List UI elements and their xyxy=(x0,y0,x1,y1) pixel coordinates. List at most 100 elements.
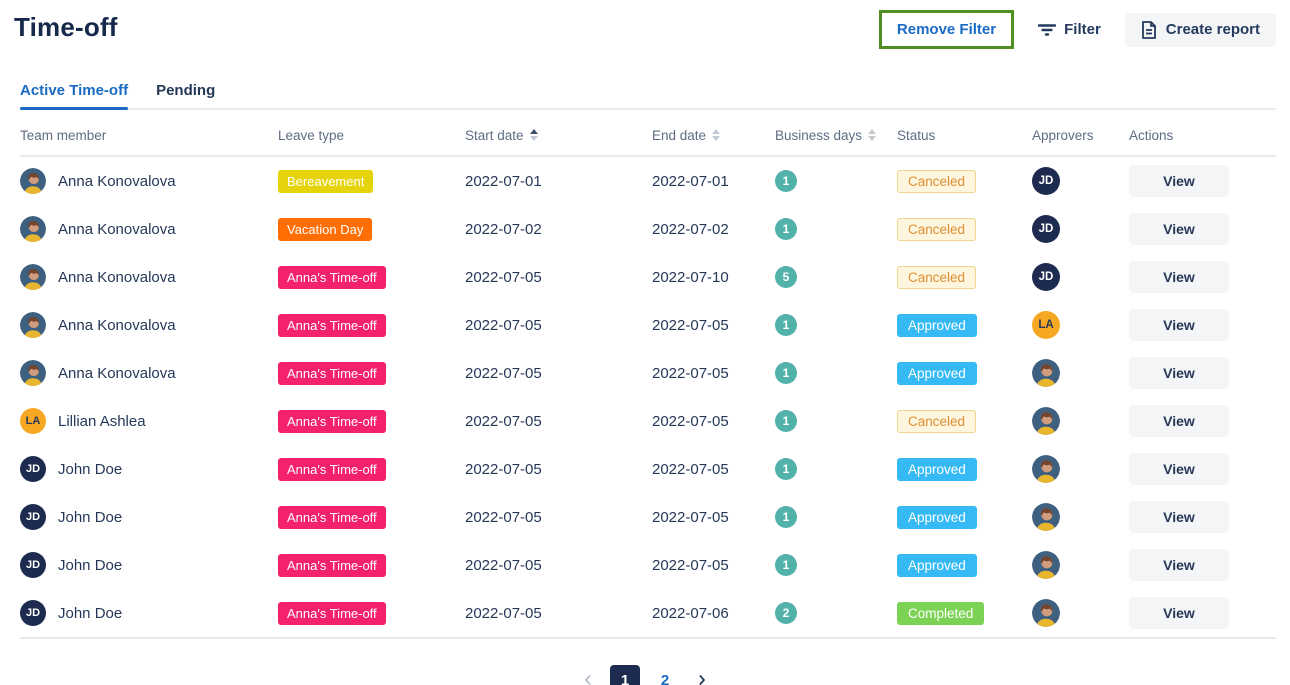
table-row: Anna Konovalova Vacation Day 2022-07-02 … xyxy=(20,205,1276,253)
start-date: 2022-07-05 xyxy=(465,413,652,430)
view-button[interactable]: View xyxy=(1129,501,1229,533)
leave-type-badge: Vacation Day xyxy=(278,218,372,241)
create-report-button[interactable]: Create report xyxy=(1125,13,1276,47)
column-label: Status xyxy=(897,128,935,143)
tab-pending[interactable]: Pending xyxy=(156,76,215,110)
start-date: 2022-07-05 xyxy=(465,365,652,382)
page-button-1[interactable]: 1 xyxy=(610,665,640,685)
member-name: Anna Konovalova xyxy=(58,317,176,334)
team-member-cell: JD John Doe xyxy=(20,456,278,482)
status-badge: Approved xyxy=(897,314,977,337)
start-date: 2022-07-05 xyxy=(465,269,652,286)
chevron-right-icon xyxy=(694,672,710,685)
next-page-button[interactable] xyxy=(690,668,714,685)
business-days-badge: 1 xyxy=(775,554,797,576)
table-row: LA Lillian Ashlea Anna's Time-off 2022-0… xyxy=(20,397,1276,445)
leave-type-badge: Anna's Time-off xyxy=(278,362,386,385)
timeoff-page: Time-off Remove Filter Filter xyxy=(0,0,1290,685)
view-button[interactable]: View xyxy=(1129,549,1229,581)
column-label: End date xyxy=(652,128,706,143)
column-header-start-date[interactable]: Start date xyxy=(465,128,652,151)
view-button[interactable]: View xyxy=(1129,261,1229,293)
column-header-approvers: Approvers xyxy=(1032,128,1129,151)
table-row: Anna Konovalova Bereavement 2022-07-01 2… xyxy=(20,157,1276,205)
column-label: Leave type xyxy=(278,128,344,143)
table-body: Anna Konovalova Bereavement 2022-07-01 2… xyxy=(20,157,1276,639)
previous-page-button[interactable] xyxy=(576,668,600,685)
view-button[interactable]: View xyxy=(1129,597,1229,629)
status-badge: Completed xyxy=(897,602,984,625)
column-header-leave-type: Leave type xyxy=(278,128,465,151)
approver-avatar xyxy=(1032,503,1060,531)
table-row: JD John Doe Anna's Time-off 2022-07-05 2… xyxy=(20,589,1276,637)
page-buttons-slot: 12 xyxy=(610,665,680,685)
view-button[interactable]: View xyxy=(1129,405,1229,437)
start-date: 2022-07-05 xyxy=(465,509,652,526)
leave-type-badge: Anna's Time-off xyxy=(278,410,386,433)
business-days-badge: 1 xyxy=(775,506,797,528)
filter-button[interactable]: Filter xyxy=(1036,15,1103,44)
sort-arrows-icon xyxy=(712,129,720,141)
status-badge: Canceled xyxy=(897,266,976,289)
status-badge: Canceled xyxy=(897,410,976,433)
end-date: 2022-07-06 xyxy=(652,605,775,622)
table-header-row: Team memberLeave typeStart dateEnd dateB… xyxy=(20,123,1276,157)
column-label: Start date xyxy=(465,128,524,143)
tab-bar: Active Time-off Pending xyxy=(14,76,1276,110)
member-name: Anna Konovalova xyxy=(58,221,176,238)
page-title: Time-off xyxy=(14,10,118,43)
business-days-badge: 1 xyxy=(775,362,797,384)
leave-type-badge: Anna's Time-off xyxy=(278,506,386,529)
member-name: John Doe xyxy=(58,557,122,574)
create-report-label: Create report xyxy=(1166,21,1260,38)
business-days-badge: 1 xyxy=(775,410,797,432)
team-member-cell: JD John Doe xyxy=(20,552,278,578)
end-date: 2022-07-05 xyxy=(652,557,775,574)
end-date: 2022-07-10 xyxy=(652,269,775,286)
column-header-actions: Actions xyxy=(1129,128,1276,151)
start-date: 2022-07-02 xyxy=(465,221,652,238)
member-name: John Doe xyxy=(58,605,122,622)
member-name: Anna Konovalova xyxy=(58,269,176,286)
end-date: 2022-07-05 xyxy=(652,413,775,430)
chevron-left-icon xyxy=(580,672,596,685)
table-row: JD John Doe Anna's Time-off 2022-07-05 2… xyxy=(20,493,1276,541)
remove-filter-button[interactable]: Remove Filter xyxy=(882,13,1011,46)
approver-avatar xyxy=(1032,455,1060,483)
team-member-cell: Anna Konovalova xyxy=(20,360,278,386)
end-date: 2022-07-05 xyxy=(652,461,775,478)
team-member-cell: Anna Konovalova xyxy=(20,264,278,290)
end-date: 2022-07-05 xyxy=(652,509,775,526)
business-days-badge: 1 xyxy=(775,314,797,336)
member-avatar: JD xyxy=(20,504,46,530)
approver-avatar: LA xyxy=(1032,311,1060,339)
column-header-end-date[interactable]: End date xyxy=(652,128,775,151)
view-button[interactable]: View xyxy=(1129,213,1229,245)
view-button[interactable]: View xyxy=(1129,453,1229,485)
sort-arrows-icon xyxy=(530,129,538,141)
leave-type-badge: Anna's Time-off xyxy=(278,314,386,337)
team-member-cell: JD John Doe xyxy=(20,504,278,530)
tab-active-time-off[interactable]: Active Time-off xyxy=(20,76,128,110)
member-avatar: LA xyxy=(20,408,46,434)
remove-filter-highlight: Remove Filter xyxy=(879,10,1014,49)
approver-avatar xyxy=(1032,359,1060,387)
team-member-cell: Anna Konovalova xyxy=(20,216,278,242)
sort-arrows-icon xyxy=(868,129,876,141)
table-row: Anna Konovalova Anna's Time-off 2022-07-… xyxy=(20,301,1276,349)
page-button-2[interactable]: 2 xyxy=(650,665,680,685)
member-avatar xyxy=(20,264,46,290)
view-button[interactable]: View xyxy=(1129,309,1229,341)
member-name: Anna Konovalova xyxy=(58,173,176,190)
business-days-badge: 1 xyxy=(775,458,797,480)
status-badge: Approved xyxy=(897,362,977,385)
end-date: 2022-07-05 xyxy=(652,317,775,334)
column-header-business-days[interactable]: Business days xyxy=(775,128,897,151)
view-button[interactable]: View xyxy=(1129,165,1229,197)
team-member-cell: Anna Konovalova xyxy=(20,312,278,338)
view-button[interactable]: View xyxy=(1129,357,1229,389)
team-member-cell: JD John Doe xyxy=(20,600,278,626)
member-name: John Doe xyxy=(58,461,122,478)
team-member-cell: LA Lillian Ashlea xyxy=(20,408,278,434)
toolbar: Remove Filter Filter xyxy=(879,10,1276,49)
